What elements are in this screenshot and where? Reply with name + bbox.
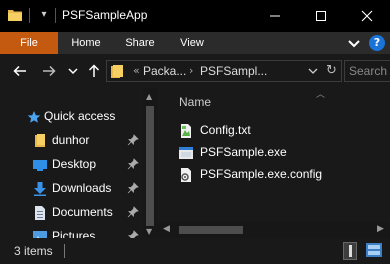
details-view-icon [349, 245, 352, 257]
scroll-down-icon[interactable]: ▼ [146, 227, 152, 236]
status-divider [64, 244, 65, 258]
back-button[interactable] [11, 62, 29, 80]
title-separator [55, 8, 56, 23]
tab-share[interactable]: Share [116, 32, 164, 54]
arrow-right-icon [43, 65, 56, 77]
pin-icon[interactable] [127, 206, 139, 218]
folder-icon [35, 134, 45, 147]
sidebar-item-label: Documents [52, 205, 113, 219]
quick-access-toolbar-dropdown-icon[interactable]: ▾ [38, 8, 50, 22]
chevron-down-icon [68, 68, 78, 75]
file-name: Config.txt [200, 123, 251, 137]
pictures-icon [33, 231, 47, 238]
maximize-button[interactable] [298, 0, 344, 32]
navigation-pane-scrollbar[interactable]: ▲ ▼ [143, 88, 157, 238]
sidebar-item-label: Desktop [52, 157, 97, 171]
maximize-icon [316, 11, 326, 21]
sidebar-item-pictures[interactable]: Pictures [0, 226, 140, 238]
scroll-right-icon[interactable]: ▶ [377, 224, 384, 234]
ribbon-tabs: File Home Share View ? [0, 32, 390, 54]
search-input[interactable]: Search [344, 60, 390, 82]
sidebar-item-quick-access[interactable]: Quick access [0, 106, 140, 128]
scrollbar-thumb[interactable] [179, 226, 243, 234]
sidebar-item-downloads[interactable]: Downloads [0, 178, 140, 200]
folder-icon [111, 65, 123, 78]
file-list-horizontal-scrollbar[interactable]: ◀ ▶ [157, 222, 390, 238]
breadcrumb-separator[interactable]: › [189, 64, 193, 77]
tab-home[interactable]: Home [62, 32, 110, 54]
close-icon [361, 10, 373, 22]
sidebar-item-label: dunhor [52, 133, 90, 147]
navigation-pane: Quick access dunhor Desktop Downloads Do… [0, 88, 157, 238]
navigation-bar: « Packa... › PSFSampl... ↻ Search [0, 54, 390, 88]
exe-file-icon [179, 147, 193, 159]
pin-icon[interactable] [127, 182, 139, 194]
sidebar-item-documents[interactable]: Documents [0, 202, 140, 224]
address-overflow[interactable]: « [133, 64, 140, 77]
scroll-left-icon[interactable]: ◀ [163, 224, 170, 234]
window-title: PSFSampleApp [62, 8, 148, 22]
close-button[interactable] [344, 0, 390, 32]
arrow-left-icon [13, 65, 26, 77]
forward-button[interactable] [40, 62, 58, 80]
text-file-icon [181, 124, 191, 138]
pin-icon[interactable] [127, 134, 139, 146]
expand-ribbon-icon[interactable] [347, 36, 361, 50]
help-button[interactable]: ? [369, 35, 385, 51]
refresh-icon[interactable]: ↻ [326, 63, 337, 78]
title-bar: ▾ PSFSampleApp [0, 0, 390, 32]
scrollbar-thumb[interactable] [146, 106, 154, 226]
breadcrumb-packages[interactable]: Packa... [143, 64, 186, 78]
address-bar[interactable]: « Packa... › PSFSampl... ↻ [106, 60, 342, 82]
file-name: PSFSample.exe.config [200, 167, 323, 181]
sidebar-item-desktop[interactable]: Desktop [0, 154, 140, 176]
config-file-icon [181, 168, 191, 182]
document-icon [35, 206, 45, 220]
list-item[interactable]: Config.txt [179, 121, 379, 141]
minimize-button[interactable] [252, 0, 298, 32]
pin-icon[interactable] [127, 230, 139, 238]
sidebar-item-label: Pictures [52, 229, 96, 238]
minimize-icon [270, 15, 280, 17]
desktop-icon [33, 160, 47, 171]
arrow-up-icon [88, 64, 100, 77]
title-separator [29, 8, 30, 23]
sort-indicator-icon: ︿ [316, 90, 326, 100]
column-header-name[interactable]: Name [179, 95, 211, 109]
star-icon [27, 111, 41, 123]
tab-view[interactable]: View [168, 32, 216, 54]
list-item[interactable]: PSFSample.exe.config [179, 165, 379, 185]
breadcrumb-psfsampleapp[interactable]: PSFSampl... [200, 64, 267, 78]
chevron-down-icon[interactable] [308, 64, 318, 78]
download-icon [34, 182, 46, 196]
pin-icon[interactable] [127, 158, 139, 170]
tab-file[interactable]: File [0, 32, 58, 54]
sidebar-item-label: Quick access [44, 109, 116, 123]
list-item[interactable]: PSFSample.exe [179, 143, 379, 163]
search-placeholder: Search [349, 64, 388, 78]
sidebar-item-label: Downloads [52, 181, 112, 195]
sidebar-item-dunhor[interactable]: dunhor [0, 130, 140, 152]
scroll-up-icon[interactable]: ▲ [146, 92, 152, 101]
item-count: 3 items [14, 244, 53, 258]
folder-icon [8, 10, 22, 21]
details-view-button[interactable] [343, 242, 357, 260]
file-name: PSFSample.exe [200, 145, 287, 159]
up-button[interactable] [85, 62, 103, 80]
large-icons-view-button[interactable] [366, 243, 382, 257]
recent-locations-button[interactable] [64, 62, 82, 80]
status-bar: 3 items [0, 238, 390, 264]
file-list: ︿ Name Config.txt PSFSample.exe PSFSampl… [157, 88, 390, 238]
